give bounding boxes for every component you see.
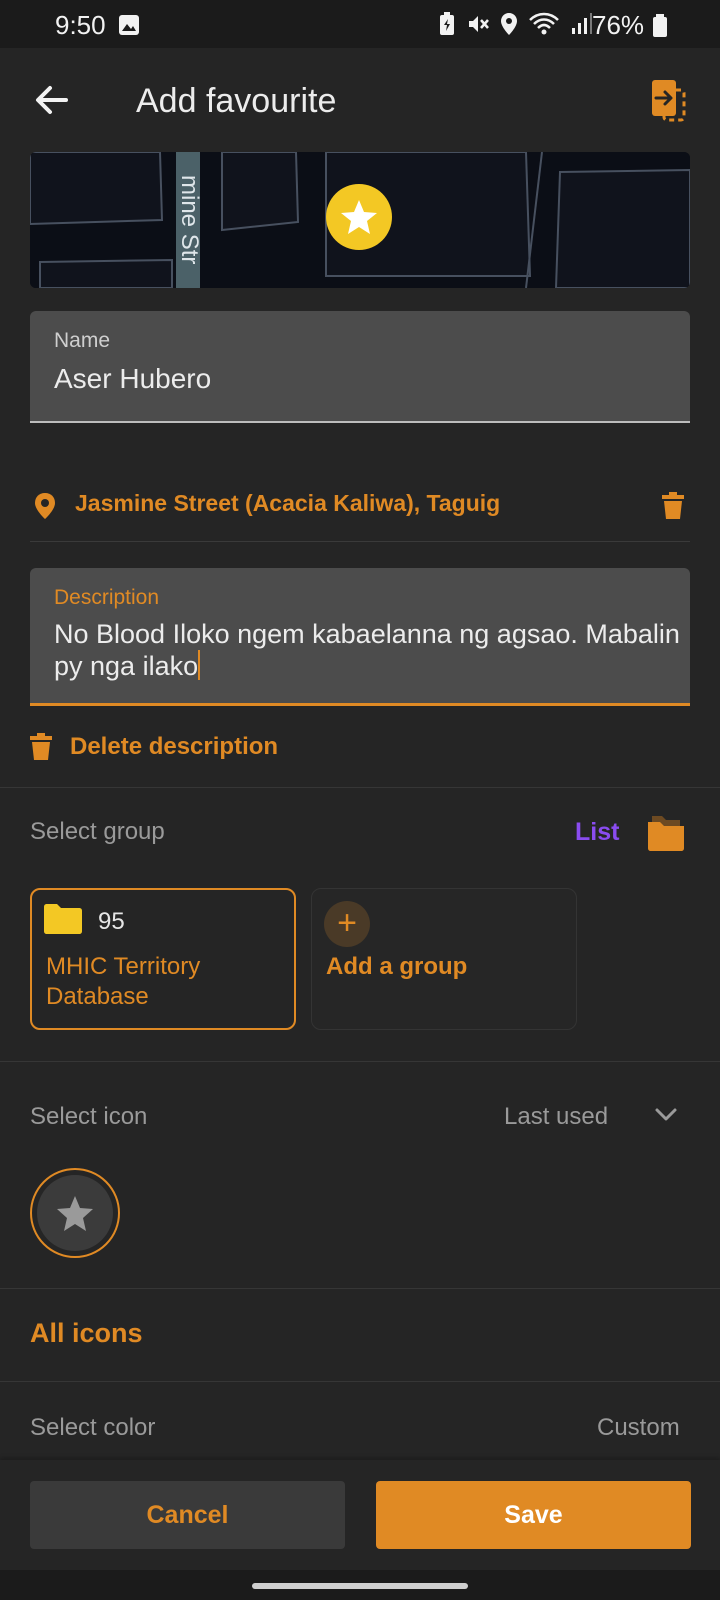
list-link[interactable]: List [575, 818, 619, 847]
group-name: MHIC Territory Database [46, 953, 201, 1010]
divider [0, 1061, 720, 1062]
import-file-icon[interactable] [650, 78, 688, 124]
divider [0, 1288, 720, 1289]
cancel-button[interactable]: Cancel [30, 1481, 345, 1549]
address-row: Jasmine Street (Acacia Kaliwa), Taguig [30, 480, 690, 542]
star-icon [57, 1196, 93, 1231]
battery-saver-icon [440, 12, 454, 35]
status-icons [438, 12, 592, 36]
select-group-label: Select group [30, 818, 165, 845]
battery-icon [653, 14, 667, 37]
name-field[interactable]: Name Aser Hubero [30, 311, 690, 423]
divider [0, 787, 720, 788]
group-count: 95 [98, 908, 125, 935]
description-field[interactable]: Description No Blood Iloko ngem kabaelan… [30, 568, 690, 706]
delete-description-label: Delete description [70, 733, 279, 760]
back-arrow-icon[interactable] [34, 82, 70, 118]
wifi-icon [529, 12, 559, 35]
selected-icon-background [37, 1175, 113, 1251]
map-preview[interactable]: mine Str [30, 152, 690, 288]
delete-address-icon[interactable] [662, 492, 684, 520]
divider [0, 1381, 720, 1382]
description-label: Description [54, 586, 160, 609]
select-color-label: Select color [30, 1414, 156, 1441]
mute-icon [469, 16, 489, 32]
gallery-icon [119, 15, 139, 35]
select-icon-label: Select icon [30, 1103, 148, 1130]
description-input[interactable]: No Blood Iloko ngem kabaelanna ng agsao.… [54, 618, 684, 682]
battery-percent: 76% [592, 10, 645, 40]
status-time: 9:50 [55, 10, 106, 40]
icon-filter-dropdown[interactable]: Last used [504, 1103, 608, 1131]
add-group-button[interactable]: + Add a group [311, 888, 577, 1030]
group-card[interactable]: 95 MHIC Territory Database [30, 888, 296, 1030]
name-input[interactable]: Aser Hubero [54, 363, 211, 395]
all-icons-button[interactable]: All icons [30, 1318, 143, 1349]
name-label: Name [54, 329, 111, 352]
page-title: Add favourite [136, 82, 337, 120]
app-bar [0, 48, 720, 150]
description-text: No Blood Iloko ngem kabaelanna ng agsao.… [54, 619, 680, 681]
location-icon [501, 13, 517, 35]
chevron-down-icon[interactable] [654, 1106, 678, 1124]
delete-description-button[interactable]: Delete description [30, 727, 278, 767]
map-street-label: mine Str [176, 175, 203, 265]
color-custom-value[interactable]: Custom [597, 1414, 680, 1442]
address-text: Jasmine Street (Acacia Kaliwa), Taguig [75, 490, 501, 516]
favourite-marker-icon [326, 184, 392, 250]
save-button[interactable]: Save [376, 1481, 691, 1549]
folder-icon [44, 904, 82, 934]
trash-icon [30, 733, 52, 760]
signal-icon [572, 13, 592, 34]
add-group-label: Add a group [326, 953, 468, 980]
plus-icon: + [324, 901, 370, 947]
text-cursor [198, 650, 201, 680]
location-pin-icon [35, 493, 55, 519]
selected-icon-button[interactable] [30, 1168, 120, 1258]
home-gesture-handle[interactable] [252, 1583, 468, 1589]
folder-list-icon[interactable] [646, 812, 686, 852]
